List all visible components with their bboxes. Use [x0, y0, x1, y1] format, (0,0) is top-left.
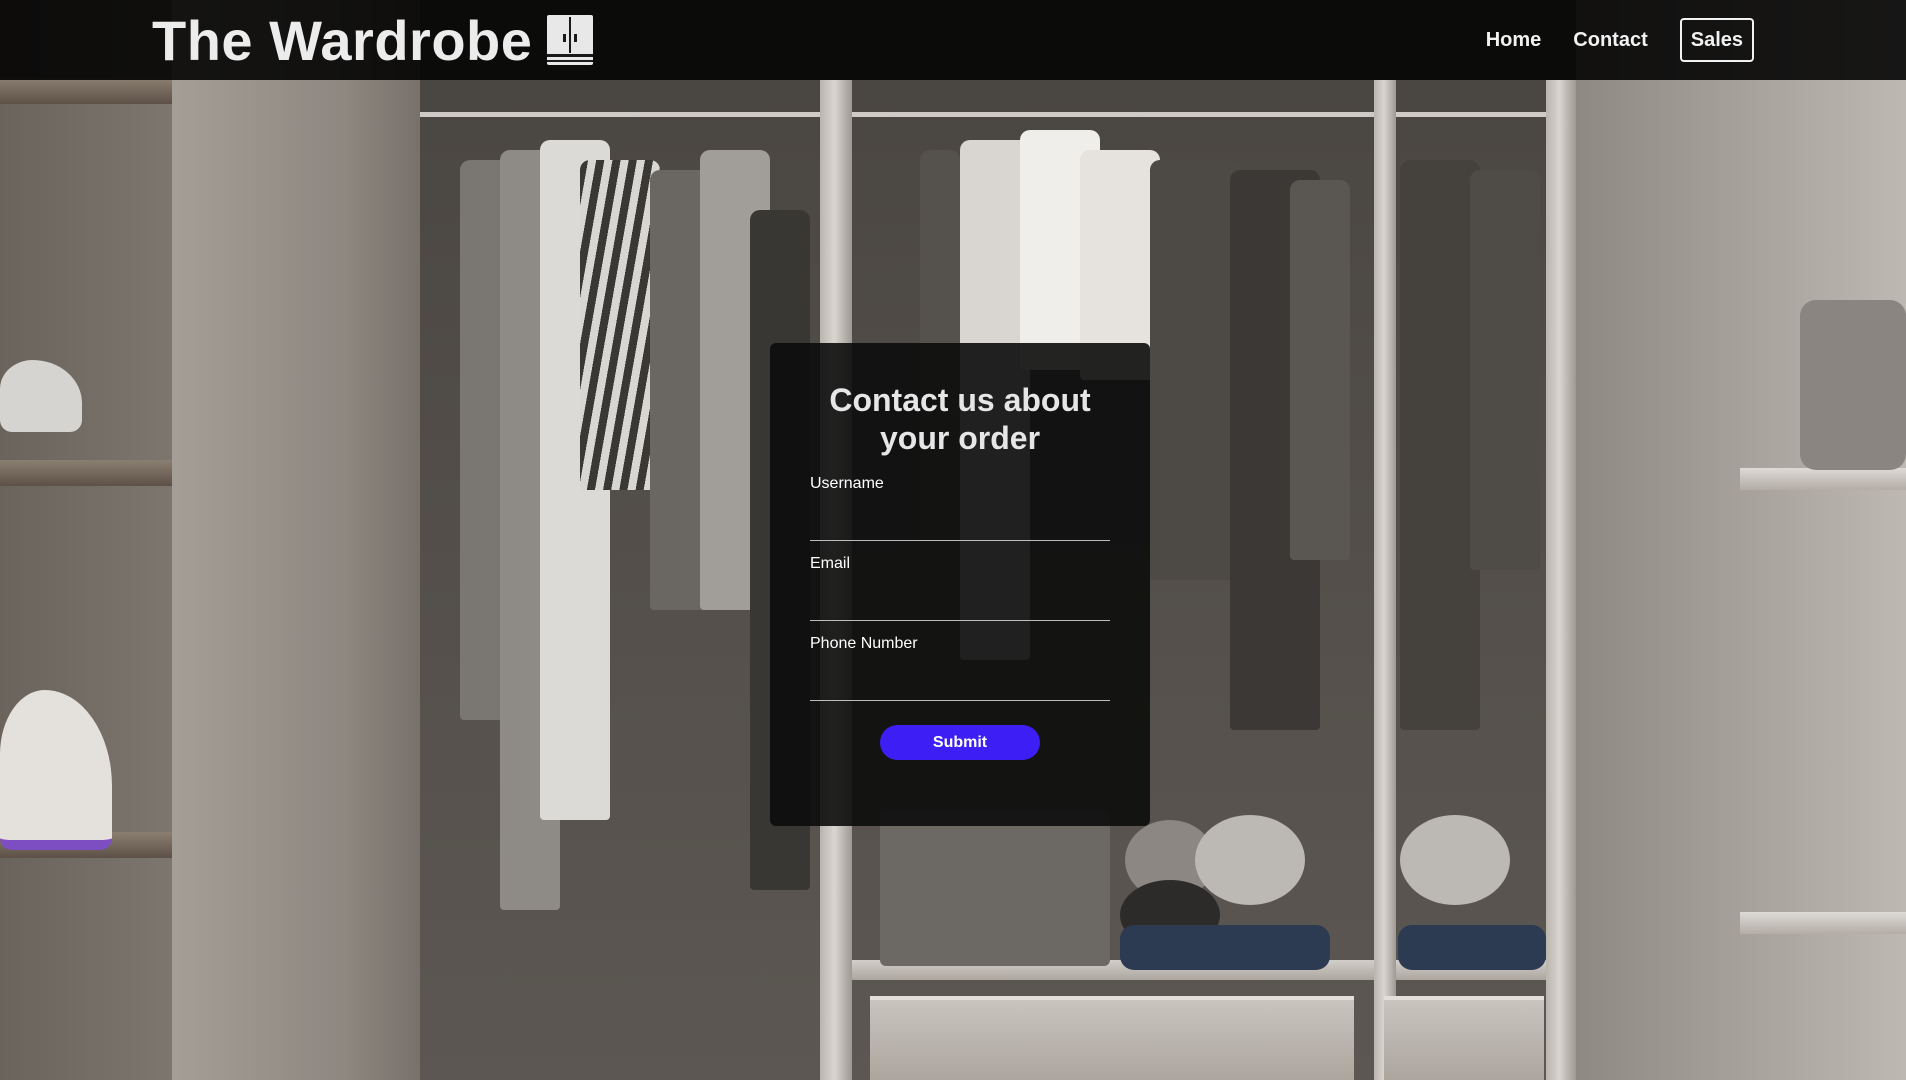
contact-form-card: Contact us about your order Username Ema…	[770, 343, 1150, 826]
left-shelf-wall	[0, 0, 172, 1080]
email-label: Email	[810, 555, 851, 572]
folded-towel	[1195, 815, 1305, 905]
folded-towel	[1398, 925, 1546, 970]
garment	[580, 160, 660, 490]
username-label: Username	[810, 475, 884, 492]
drawer	[870, 996, 1354, 1080]
submit-button[interactable]: Submit	[880, 725, 1040, 760]
username-field-group: Username	[810, 475, 1110, 541]
navbar: The Wardrobe Home Contact Sales	[0, 0, 1906, 80]
closet-post	[1546, 80, 1576, 1080]
shelf	[0, 460, 172, 486]
phone-input[interactable]	[810, 675, 1110, 701]
form-title: Contact us about your order	[829, 382, 1091, 456]
hanging-rod	[420, 112, 820, 117]
hanging-rod	[852, 112, 1374, 117]
phone-label: Phone Number	[810, 635, 918, 652]
garment	[1290, 180, 1350, 560]
garment	[1150, 160, 1240, 580]
nav-links: Home Contact Sales	[1486, 18, 1754, 62]
folded-towel	[1400, 815, 1510, 905]
email-field-group: Email	[810, 555, 1110, 621]
folded-towel	[1120, 925, 1330, 970]
handbag	[1800, 300, 1906, 470]
phone-field-group: Phone Number	[810, 635, 1110, 701]
wardrobe-icon	[546, 14, 594, 66]
storage-basket	[880, 810, 1110, 966]
brand-title[interactable]: The Wardrobe	[152, 8, 532, 73]
shelf	[0, 78, 172, 104]
nav-sales-button[interactable]: Sales	[1679, 18, 1754, 62]
shelf	[1740, 912, 1906, 934]
username-input[interactable]	[810, 515, 1110, 541]
nav-home-link[interactable]: Home	[1486, 29, 1542, 52]
hanging-rod	[1396, 112, 1546, 117]
garment	[1400, 160, 1480, 730]
nav-contact-link[interactable]: Contact	[1573, 29, 1647, 52]
shelf	[1740, 468, 1906, 490]
email-input[interactable]	[810, 595, 1110, 621]
closet-post	[1374, 80, 1396, 1080]
garment	[1470, 170, 1540, 570]
brand[interactable]: The Wardrobe	[152, 4, 594, 76]
submit-wrap: Submit	[810, 725, 1110, 760]
left-wall-panel	[172, 0, 420, 1080]
drawer	[1384, 996, 1544, 1080]
